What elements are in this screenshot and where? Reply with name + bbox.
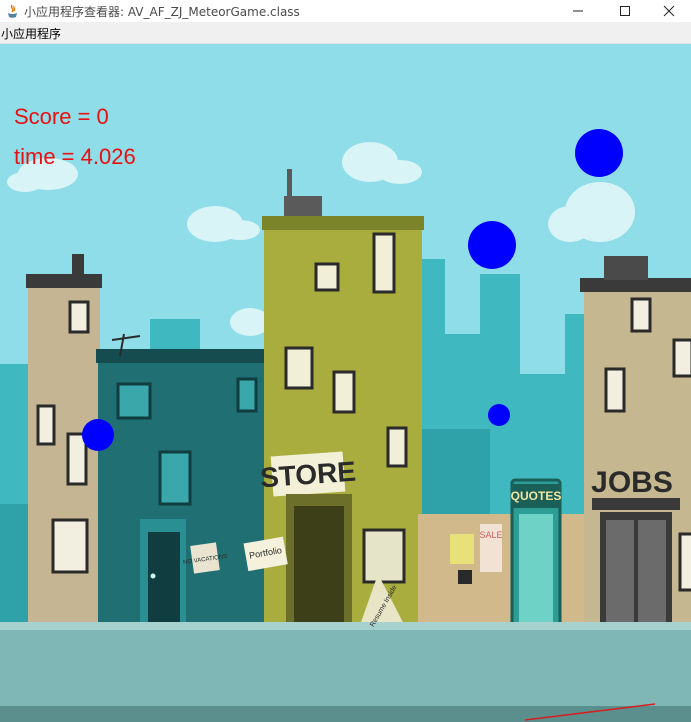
java-applet-icon (8, 4, 17, 18)
menu-applet[interactable]: 小应用程序 (1, 25, 61, 42)
game-canvas[interactable]: STORE QUOTES JOBS NO VACATIONS Portfolio… (0, 44, 691, 722)
minimize-button[interactable] (555, 0, 601, 22)
meteor (488, 404, 510, 426)
maximize-button[interactable] (602, 0, 648, 22)
score-display: Score = 0 (14, 104, 109, 129)
close-button[interactable] (646, 0, 691, 22)
close-icon (663, 5, 675, 17)
meteor (575, 129, 623, 177)
window-title: 小应用程序查看器: AV_AF_ZJ_MeteorGame.class (24, 5, 300, 19)
minimize-icon (573, 10, 583, 12)
maximize-icon (620, 6, 630, 16)
time-display: time = 4.026 (14, 144, 136, 169)
meteor (82, 419, 114, 451)
window-title-bar: 小应用程序查看器: AV_AF_ZJ_MeteorGame.class (0, 0, 691, 22)
menu-bar: 小应用程序 (0, 22, 691, 44)
meteor (468, 221, 516, 269)
